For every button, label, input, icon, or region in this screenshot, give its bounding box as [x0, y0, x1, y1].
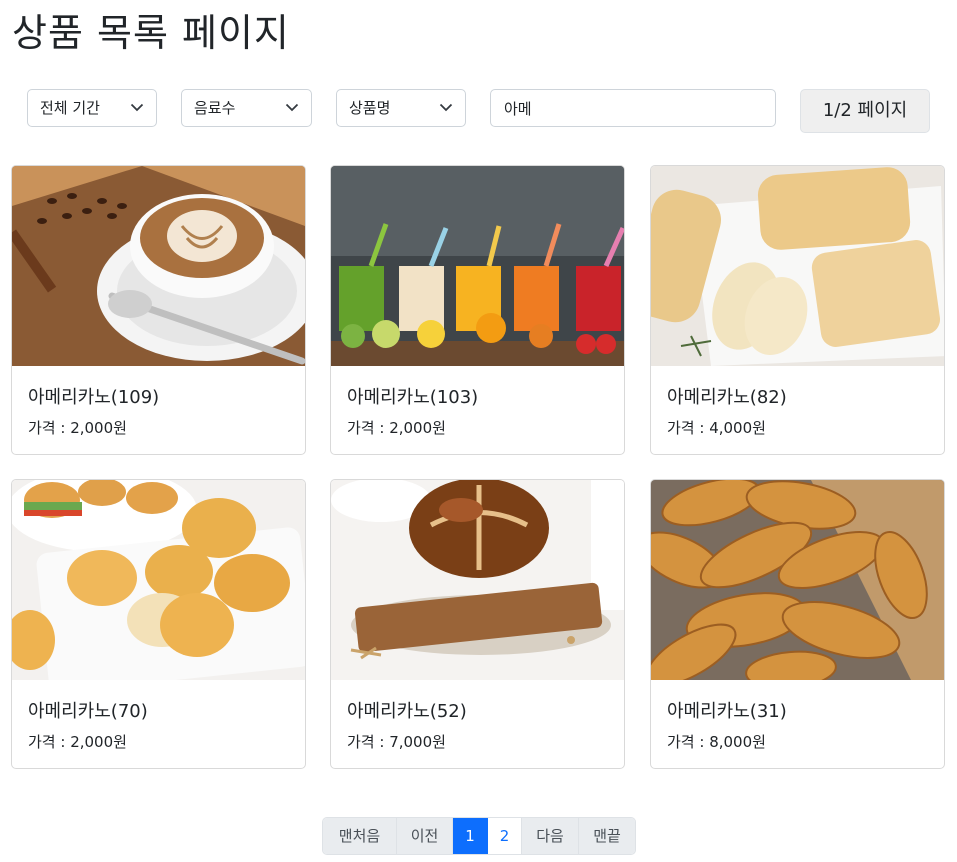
product-price: 가격 : 8,000원	[667, 733, 766, 751]
pagination-first-button[interactable]: 맨처음	[323, 818, 397, 854]
product-image-juice[interactable]	[331, 166, 624, 366]
product-image-latte[interactable]	[12, 166, 305, 366]
product-card[interactable]: 아메리카노(103) 가격 : 2,000원	[330, 165, 625, 455]
product-name[interactable]: 아메리카노(82)	[667, 383, 787, 409]
product-name[interactable]: 아메리카노(70)	[28, 697, 148, 723]
category-select[interactable]: 음료수	[181, 89, 312, 127]
product-image-ciabatta[interactable]	[651, 166, 944, 366]
search-input[interactable]	[490, 89, 776, 127]
product-price: 가격 : 2,000원	[28, 419, 127, 437]
product-image-bread[interactable]	[331, 480, 624, 680]
product-name[interactable]: 아메리카노(109)	[28, 383, 159, 409]
pagination-page-2[interactable]: 2	[488, 818, 522, 854]
product-price: 가격 : 7,000원	[347, 733, 446, 751]
product-card[interactable]: 아메리카노(52) 가격 : 7,000원	[330, 479, 625, 769]
filter-bar: 전체 기간 음료수 상품명 1/2 페이지	[27, 89, 930, 133]
product-card[interactable]: 아메리카노(109) 가격 : 2,000원	[11, 165, 306, 455]
product-name[interactable]: 아메리카노(103)	[347, 383, 478, 409]
product-card[interactable]: 아메리카노(31) 가격 : 8,000원	[650, 479, 945, 769]
product-card[interactable]: 아메리카노(70) 가격 : 2,000원	[11, 479, 306, 769]
chevron-down-icon	[130, 90, 144, 126]
pagination-prev-button[interactable]: 이전	[397, 818, 453, 854]
product-price: 가격 : 2,000원	[347, 419, 446, 437]
product-card[interactable]: 아메리카노(82) 가격 : 4,000원	[650, 165, 945, 455]
product-image-croissant[interactable]	[651, 480, 944, 680]
category-select-value: 음료수	[194, 99, 236, 117]
chevron-down-icon	[439, 90, 453, 126]
product-image-buns[interactable]	[12, 480, 305, 680]
product-name[interactable]: 아메리카노(31)	[667, 697, 787, 723]
page-title: 상품 목록 페이지	[12, 11, 290, 55]
search-field-select-value: 상품명	[349, 99, 391, 117]
pagination: 맨처음 이전 1 2 다음 맨끝	[322, 817, 636, 855]
pagination-page-1[interactable]: 1	[453, 818, 488, 854]
product-name[interactable]: 아메리카노(52)	[347, 697, 467, 723]
product-price: 가격 : 4,000원	[667, 419, 766, 437]
page-indicator-button[interactable]: 1/2 페이지	[800, 89, 930, 133]
pagination-next-button[interactable]: 다음	[522, 818, 579, 854]
chevron-down-icon	[285, 90, 299, 126]
search-field-select[interactable]: 상품명	[336, 89, 466, 127]
period-select[interactable]: 전체 기간	[27, 89, 157, 127]
pagination-last-button[interactable]: 맨끝	[579, 818, 635, 854]
product-price: 가격 : 2,000원	[28, 733, 127, 751]
period-select-value: 전체 기간	[40, 99, 100, 117]
